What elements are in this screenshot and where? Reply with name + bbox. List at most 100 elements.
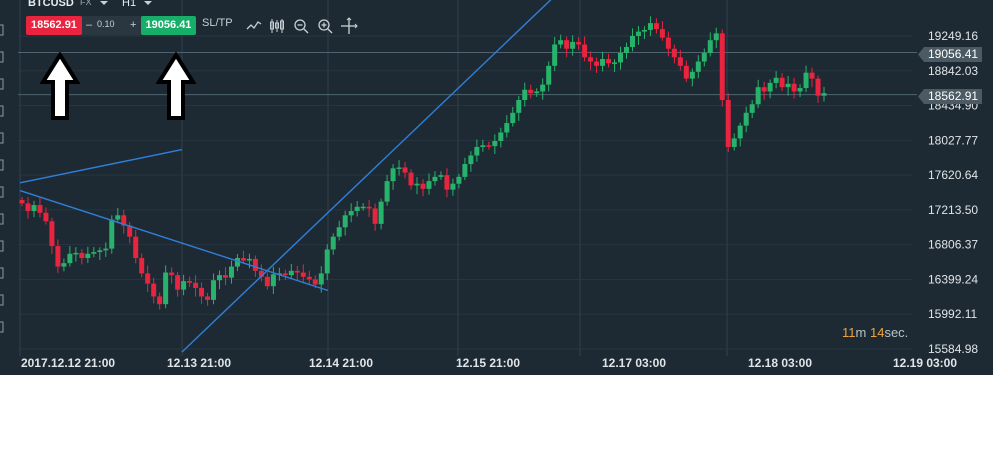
x-tick-label: 12.14 21:00 (309, 356, 373, 370)
candles (19, 16, 827, 310)
candle-body (217, 275, 223, 281)
x-tick-label: 12.18 03:00 (748, 356, 812, 370)
candle-body (282, 273, 288, 276)
axes: 19249.1618842.0318434.9018027.7717620.64… (0, 24, 978, 370)
candle-body (157, 296, 163, 305)
y-tick-label: 19249.16 (928, 29, 978, 43)
symbol-selector[interactable]: BTCUSD (28, 0, 74, 9)
candle-body (713, 33, 719, 41)
candle-body (396, 167, 402, 169)
candle-body (480, 145, 486, 147)
candle-body (109, 219, 115, 249)
left-tool-icon (0, 105, 4, 117)
candle-body (803, 72, 809, 89)
candle-body (558, 40, 564, 45)
y-tick-label: 17213.50 (928, 203, 978, 217)
candle-body (384, 181, 390, 202)
symbol-type-label: FX (80, 0, 92, 7)
zoom-out-icon[interactable] (292, 17, 310, 35)
ask-price-tag: 19056.41 (918, 47, 982, 62)
candle-body (348, 211, 354, 216)
left-tool-strip (0, 24, 4, 333)
candle-body (534, 91, 540, 94)
left-tool-icon (0, 267, 4, 279)
candle-body (689, 71, 695, 79)
candle-body (49, 221, 55, 247)
chart-canvas[interactable]: 19249.1618842.0318434.9018027.7717620.64… (0, 0, 993, 375)
candle-body (564, 40, 570, 49)
candle-body (246, 258, 252, 261)
candle-body (420, 183, 426, 189)
candle-body (743, 112, 749, 126)
candle-body (85, 253, 91, 259)
candle-body (414, 183, 420, 186)
left-tool-icon (0, 294, 4, 306)
candle-body (498, 132, 504, 141)
candle-body (606, 58, 612, 64)
left-tool-icon (0, 240, 4, 252)
candle-body (677, 57, 683, 66)
candle-body (641, 29, 647, 32)
trading-chart[interactable]: 19249.16 18842.03 18434.90 18027.77 17620.64… (0, 0, 993, 375)
zoom-in-icon[interactable] (316, 17, 334, 35)
candle-body (528, 89, 534, 94)
trendline (19, 148, 183, 184)
trendline (19, 189, 329, 292)
bid-price-tag: 18562.91 (918, 89, 982, 104)
candle-body (145, 273, 151, 284)
left-tool-icon (0, 51, 4, 63)
candle-body (797, 88, 803, 92)
timeframe-selector[interactable]: H1 (122, 0, 153, 9)
minus-icon[interactable]: – (86, 16, 92, 35)
crosshair-icon[interactable] (340, 17, 358, 35)
candle-body (600, 58, 606, 66)
candle-body (486, 145, 492, 147)
candle-body (647, 23, 653, 30)
candle-body (378, 201, 384, 224)
buy-button[interactable]: 19056.41 (141, 16, 196, 35)
candle-body (540, 84, 546, 92)
candle-body (510, 112, 516, 124)
line-chart-icon[interactable] (245, 17, 263, 35)
candle-body (306, 276, 312, 280)
candle-body (719, 33, 725, 100)
candle-body (671, 48, 677, 58)
y-tick-label: 15584.98 (928, 342, 978, 356)
candle-body (749, 104, 755, 113)
candle-body (450, 183, 456, 190)
candle-body (91, 252, 97, 254)
candle-body (252, 258, 258, 271)
candle-body (270, 274, 276, 287)
candle-body (103, 248, 109, 251)
candle-body (133, 236, 139, 259)
candle-body (821, 93, 827, 96)
plus-icon[interactable]: + (130, 16, 136, 35)
candle-body (205, 296, 211, 300)
candle-body (175, 275, 181, 290)
countdown-seconds: 14 (869, 325, 885, 340)
candle-body (426, 181, 432, 189)
sell-button[interactable]: 18562.91 (26, 16, 82, 35)
candle-body (779, 77, 785, 88)
sltp-button[interactable]: SL/TP (202, 17, 233, 29)
grid (18, 0, 917, 356)
candle-body (312, 279, 318, 285)
candle-body (354, 206, 360, 212)
x-tick-label: 2017.12.12 21:00 (21, 356, 115, 370)
candle-body (163, 272, 169, 305)
candles-icon[interactable] (268, 17, 286, 35)
x-tick-label: 12.19 03:00 (893, 356, 957, 370)
candle-body (61, 263, 67, 267)
candle-body (552, 44, 558, 66)
candle-body (151, 283, 157, 297)
symbol-type-selector[interactable]: FX (80, 0, 108, 7)
candle-body (240, 258, 246, 261)
candle-body (791, 83, 797, 92)
candle-body (582, 44, 588, 58)
candle-body (695, 61, 701, 72)
candle-body (390, 168, 396, 182)
candle-body (288, 270, 294, 276)
left-tool-icon (0, 186, 4, 198)
candle-body (324, 249, 330, 274)
candle-body (193, 282, 199, 288)
